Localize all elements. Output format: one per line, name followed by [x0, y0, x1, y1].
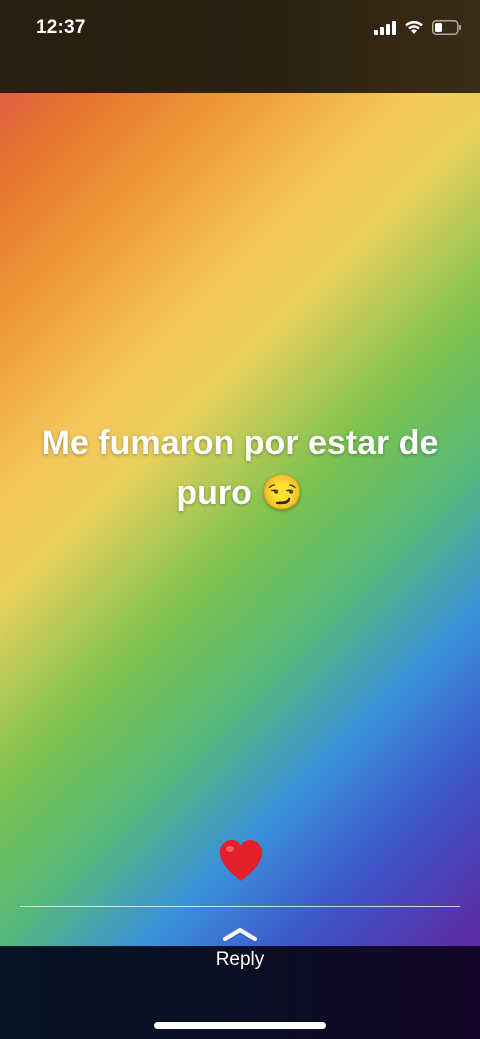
- reply-button[interactable]: Reply: [0, 949, 480, 971]
- reply-divider: [20, 906, 460, 907]
- status-bar: 12:37: [0, 0, 480, 93]
- wifi-icon: [405, 20, 423, 34]
- story-screen: 12:37 Me fumaron por estar de puro 😏 Rep…: [0, 0, 480, 1039]
- home-indicator[interactable]: [154, 1022, 326, 1029]
- heart-icon[interactable]: [217, 838, 265, 884]
- cellular-signal-icon: [374, 20, 396, 35]
- status-time: 12:37: [36, 17, 86, 38]
- status-icons: [374, 20, 462, 35]
- story-text: Me fumaron por estar de puro 😏: [41, 424, 439, 512]
- battery-icon: [432, 20, 461, 35]
- chevron-up-icon[interactable]: [222, 926, 258, 942]
